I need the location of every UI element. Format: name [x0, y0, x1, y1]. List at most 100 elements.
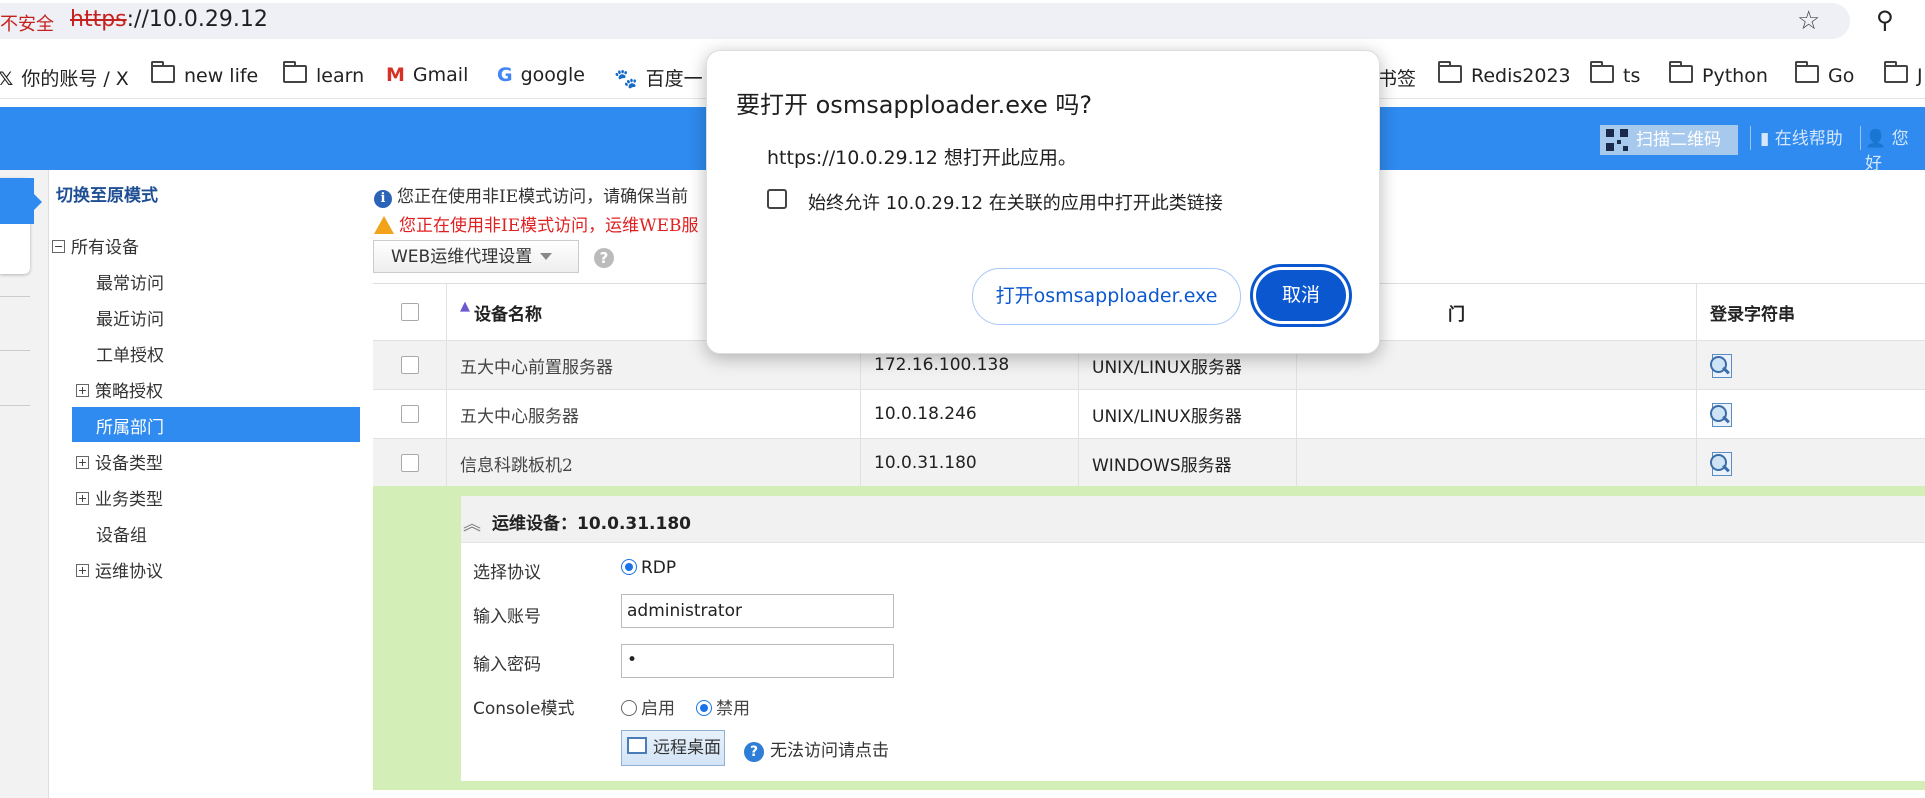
- bookmark-star-icon[interactable]: ☆: [1797, 6, 1820, 36]
- tree-item-device-type[interactable]: 设备类型: [76, 449, 163, 474]
- console-mode-label: Console模式: [473, 699, 575, 719]
- scan-qr-button[interactable]: 扫描二维码: [1600, 125, 1738, 155]
- expand-icon[interactable]: [76, 564, 89, 577]
- bookmark-google[interactable]: Ggoogle: [497, 64, 585, 86]
- open-app-button[interactable]: 打开osmsapploader.exe: [972, 268, 1241, 325]
- console-enable-label: 启用: [641, 699, 675, 719]
- baidu-paw-icon: 🐾: [614, 68, 638, 90]
- active-pointer: [34, 194, 42, 210]
- user-greeting[interactable]: 👤 您好: [1865, 124, 1925, 174]
- bookmark-x[interactable]: 𝕏 你的账号 / X: [0, 64, 129, 91]
- tree-item-policy-auth[interactable]: 策略授权: [76, 377, 163, 402]
- header-checkbox-cell: [373, 284, 447, 340]
- tree-item-ops-protocol[interactable]: 运维协议: [76, 557, 163, 582]
- expand-icon[interactable]: [76, 384, 89, 397]
- cancel-button-label: 取消: [1256, 270, 1346, 321]
- location-pin-icon[interactable]: ⚲: [1876, 6, 1894, 34]
- always-allow-label[interactable]: 始终允许 10.0.29.12 在关联的应用中打开此类链接: [808, 189, 1223, 215]
- insecure-badge[interactable]: 不安全: [0, 10, 54, 36]
- tree-item-label: 所属部门: [96, 418, 164, 438]
- bookmark-ts[interactable]: ts: [1590, 61, 1641, 87]
- cell-ip: 10.0.31.180: [861, 439, 1079, 487]
- help-question-icon[interactable]: ?: [594, 248, 614, 268]
- url-text[interactable]: https://10.0.29.12: [70, 7, 268, 32]
- url-host: ://10.0.29.12: [126, 7, 268, 32]
- folder-icon: [283, 61, 307, 83]
- web-proxy-settings-dropdown[interactable]: WEB运维代理设置: [373, 240, 579, 273]
- folder-icon: [1669, 61, 1693, 83]
- cell-device-name: 信息科跳板机2: [447, 439, 861, 487]
- cancel-button[interactable]: 取消: [1250, 264, 1352, 327]
- tree-item-label: 最常访问: [96, 274, 164, 294]
- address-bar[interactable]: [0, 3, 1850, 39]
- row-checkbox-cell: [373, 341, 447, 389]
- bookmark-label: 书签: [1378, 68, 1417, 90]
- col-login-string[interactable]: 登录字符串: [1697, 284, 1925, 340]
- radio-selected-icon[interactable]: [621, 559, 637, 575]
- left-nav-active[interactable]: [0, 178, 34, 224]
- login-search-icon[interactable]: [1710, 352, 1734, 378]
- protocol-rdp-option[interactable]: RDP: [621, 557, 676, 578]
- detail-title-value: 10.0.31.180: [577, 514, 692, 534]
- bookmark-learn[interactable]: learn: [283, 61, 365, 87]
- col-department[interactable]: 门: [1435, 284, 1697, 340]
- cant-access-link[interactable]: ? 无法访问请点击: [744, 736, 889, 762]
- rail-divider: [0, 296, 30, 297]
- tree-item-business-type[interactable]: 业务类型: [76, 485, 163, 510]
- cell-department: [1297, 439, 1697, 487]
- expand-icon[interactable]: [76, 492, 89, 505]
- expand-icon[interactable]: [76, 456, 89, 469]
- select-all-checkbox[interactable]: [400, 303, 419, 321]
- bookmark-new-life[interactable]: new life: [151, 61, 258, 87]
- row-checkbox[interactable]: [400, 356, 419, 374]
- password-label: 输入密码: [473, 655, 541, 675]
- bookmark-baidu[interactable]: 🐾 百度一: [614, 64, 703, 91]
- tree-item-department[interactable]: 所属部门: [96, 413, 164, 438]
- tree-item-all-devices[interactable]: 所有设备: [52, 233, 139, 258]
- row-checkbox[interactable]: [400, 454, 419, 472]
- login-search-icon[interactable]: [1710, 450, 1734, 476]
- table-row[interactable]: 信息科跳板机2 10.0.31.180 WINDOWS服务器: [373, 439, 1925, 488]
- tree-item-recent[interactable]: 最近访问: [96, 305, 164, 330]
- console-enable-option[interactable]: 启用: [621, 694, 675, 719]
- header-divider: [1860, 126, 1861, 150]
- account-input[interactable]: [621, 594, 894, 628]
- login-search-icon[interactable]: [1710, 401, 1734, 427]
- detail-title: 运维设备：10.0.31.180: [492, 509, 691, 534]
- bookmark-j[interactable]: J: [1884, 61, 1923, 87]
- bookmark-redis2023[interactable]: Redis2023: [1438, 61, 1571, 87]
- cell-device-type: WINDOWS服务器: [1079, 439, 1297, 487]
- collapse-icon[interactable]: [52, 240, 65, 253]
- tree-item-label: 运维协议: [95, 562, 163, 582]
- row-checkbox[interactable]: [400, 405, 419, 423]
- tree-item-ticket-auth[interactable]: 工单授权: [96, 341, 164, 366]
- bookmark-label: Go: [1828, 65, 1855, 87]
- bookmark-label: Redis2023: [1471, 65, 1571, 87]
- folder-icon: [1438, 61, 1462, 83]
- console-disable-option[interactable]: 禁用: [696, 694, 750, 719]
- console-disable-label: 禁用: [716, 699, 750, 719]
- radio-unselected-icon[interactable]: [621, 700, 637, 716]
- remote-desktop-button[interactable]: 远程桌面: [621, 730, 725, 766]
- bookmark-label: learn: [316, 65, 365, 87]
- sort-asc-icon: ▲: [460, 298, 470, 314]
- chevron-up-icon[interactable]: ︽: [463, 510, 481, 536]
- bookmark-label: ts: [1623, 65, 1641, 87]
- tree-item-most-visited[interactable]: 最常访问: [96, 269, 164, 294]
- tree-item-device-group[interactable]: 设备组: [96, 521, 147, 546]
- password-input[interactable]: •: [621, 644, 894, 678]
- cant-access-label: 无法访问请点击: [770, 741, 889, 761]
- web-proxy-label: WEB运维代理设置: [391, 247, 533, 267]
- online-help-link[interactable]: ▮ 在线帮助: [1760, 124, 1843, 149]
- always-allow-checkbox[interactable]: [767, 189, 787, 209]
- bookmark-python[interactable]: Python: [1669, 61, 1768, 87]
- row-checkbox-cell: [373, 390, 447, 438]
- radio-selected-icon[interactable]: [696, 700, 712, 716]
- switch-mode-link[interactable]: 切换至原模式: [56, 181, 158, 206]
- bookmark-gmail[interactable]: M Gmail: [386, 64, 468, 86]
- table-row[interactable]: 五大中心服务器 10.0.18.246 UNIX/LINUX服务器: [373, 390, 1925, 439]
- folder-icon: [1795, 61, 1819, 83]
- bookmark-go[interactable]: Go: [1795, 61, 1855, 87]
- bookmark-shuqian[interactable]: 书签: [1378, 64, 1416, 91]
- info-notice-text: 您正在使用非IE模式访问，请确保当前: [397, 187, 689, 207]
